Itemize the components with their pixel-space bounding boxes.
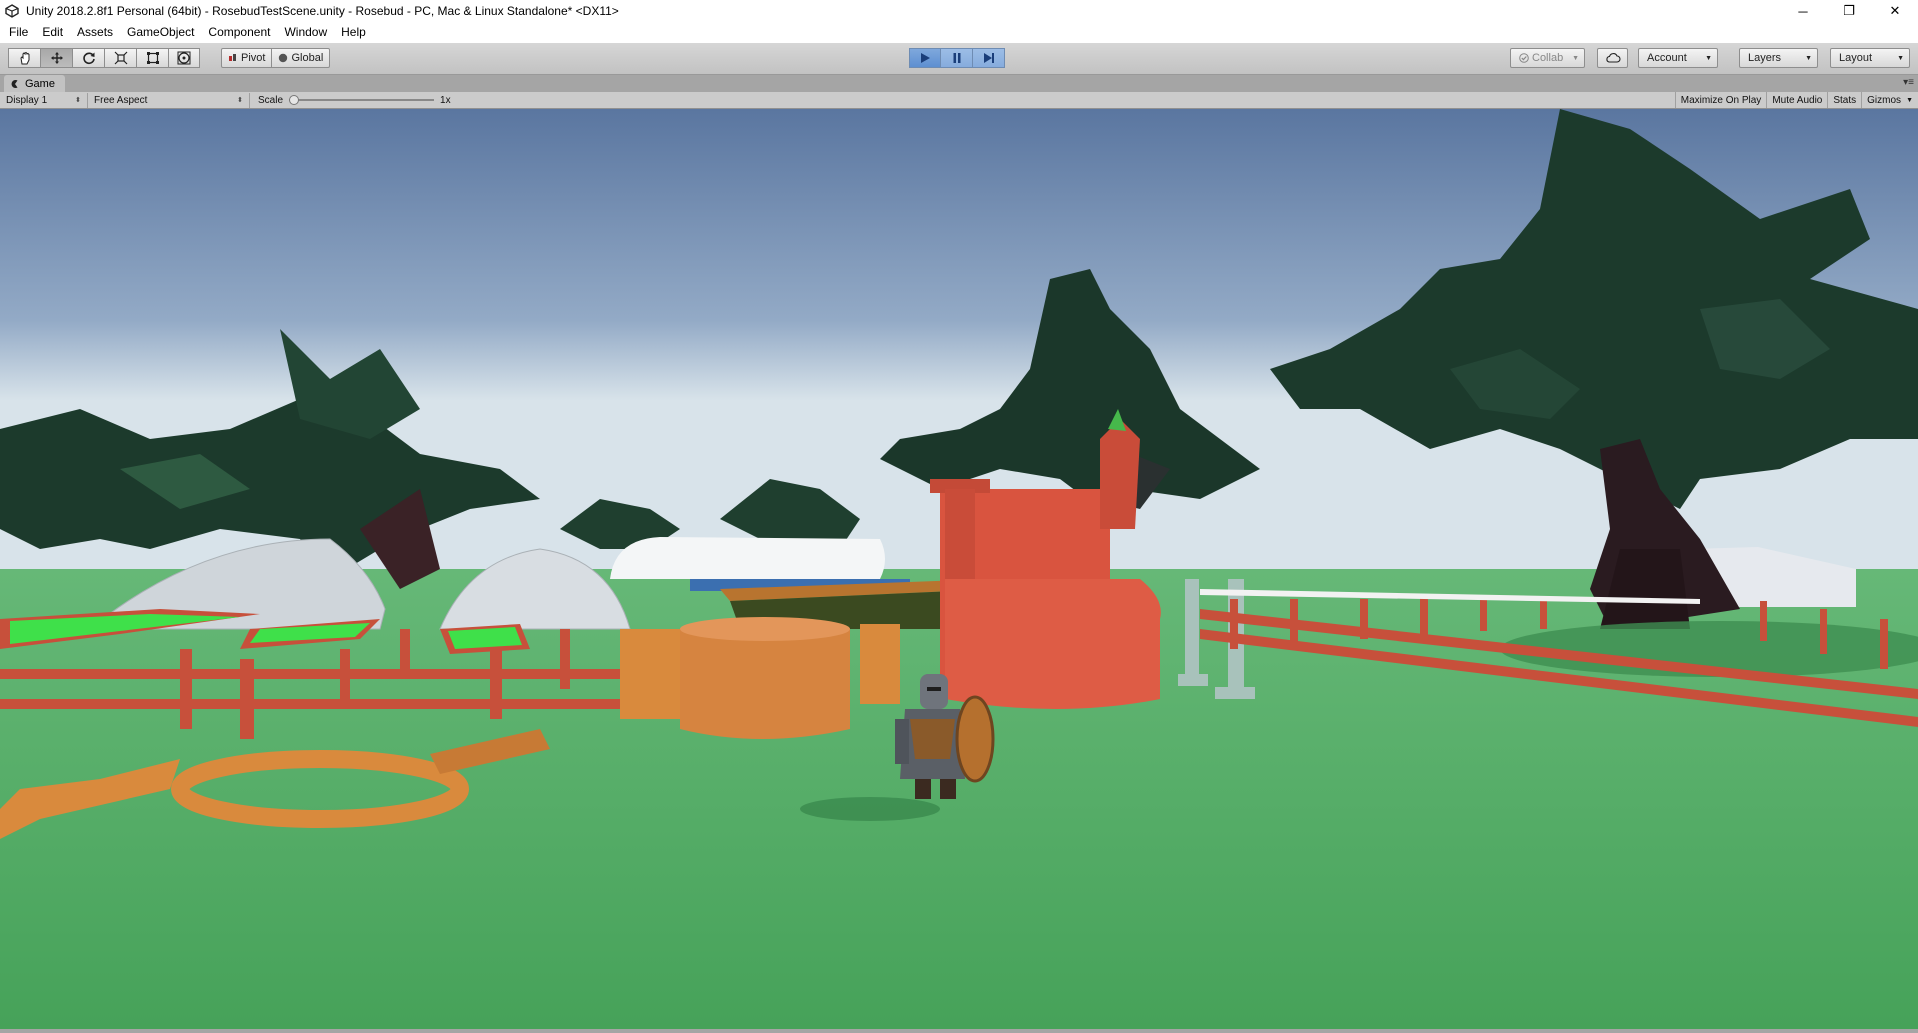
hand-icon bbox=[19, 51, 29, 65]
menu-file[interactable]: File bbox=[2, 22, 35, 43]
cloud-icon bbox=[1605, 53, 1620, 63]
stats-toggle[interactable]: Stats bbox=[1827, 92, 1861, 108]
layout-label: Layout bbox=[1839, 52, 1873, 64]
global-toggle[interactable]: Global bbox=[272, 48, 331, 68]
gizmos-label: Gizmos bbox=[1867, 94, 1902, 106]
hand-tool-button[interactable] bbox=[8, 48, 40, 68]
cloud-group bbox=[1597, 48, 1628, 68]
account-label: Account bbox=[1647, 52, 1687, 64]
game-scene bbox=[0, 109, 1918, 1029]
cloud-button[interactable] bbox=[1597, 48, 1628, 68]
caret-down-icon: ▼ bbox=[1572, 54, 1579, 62]
step-icon bbox=[983, 53, 994, 63]
scale-slider-thumb[interactable] bbox=[289, 95, 300, 105]
caret-down-icon: ▼ bbox=[1805, 54, 1812, 62]
rotate-tool-button[interactable] bbox=[72, 48, 104, 68]
gizmos-dropdown[interactable]: Gizmos ▼ bbox=[1861, 92, 1918, 108]
game-view-controls: Display 1 ⬍ Free Aspect ⬍ Scale 1x Maxim… bbox=[0, 92, 1918, 109]
pivot-label: Pivot bbox=[241, 52, 266, 64]
title-bar: Unity 2018.2.8f1 Personal (64bit) - Rose… bbox=[0, 0, 1918, 22]
play-icon bbox=[921, 53, 930, 63]
globe-icon bbox=[279, 53, 288, 63]
menu-assets[interactable]: Assets bbox=[70, 22, 120, 43]
character-shadow bbox=[800, 797, 940, 821]
transform-tool-button[interactable] bbox=[168, 48, 200, 68]
play-button[interactable] bbox=[909, 48, 941, 68]
layout-group: Layout ▼ bbox=[1830, 48, 1910, 68]
scale-icon bbox=[114, 51, 127, 65]
menu-component[interactable]: Component bbox=[201, 22, 277, 43]
close-button[interactable]: ✕ bbox=[1872, 0, 1918, 22]
minimize-button[interactable]: ─ bbox=[1780, 0, 1826, 22]
pause-button[interactable] bbox=[941, 48, 973, 68]
scale-tool-button[interactable] bbox=[104, 48, 136, 68]
play-controls bbox=[909, 48, 1005, 68]
display-label: Display 1 bbox=[6, 94, 48, 106]
scale-slider[interactable] bbox=[289, 95, 435, 105]
layers-dropdown[interactable]: Layers ▼ bbox=[1739, 48, 1818, 68]
restore-button[interactable]: ❐ bbox=[1826, 0, 1872, 22]
pause-icon bbox=[953, 53, 960, 63]
maximize-on-play-toggle[interactable]: Maximize On Play bbox=[1674, 92, 1767, 108]
window-title: Unity 2018.2.8f1 Personal (64bit) - Rose… bbox=[26, 4, 619, 18]
check-icon bbox=[1519, 53, 1529, 63]
tab-game-label: Game bbox=[25, 77, 55, 90]
pivot-icon bbox=[229, 54, 236, 61]
collab-dropdown[interactable]: Collab ▼ bbox=[1510, 48, 1585, 68]
caret-down-icon: ▼ bbox=[1897, 54, 1904, 62]
rect-tool-button[interactable] bbox=[136, 48, 168, 68]
caret-down-icon: ▼ bbox=[1705, 54, 1712, 62]
aspect-label: Free Aspect bbox=[94, 94, 148, 106]
display-dropdown[interactable]: Display 1 ⬍ bbox=[0, 92, 88, 108]
move-icon bbox=[50, 52, 63, 64]
step-button[interactable] bbox=[973, 48, 1005, 68]
transform-tools bbox=[8, 48, 200, 68]
collab-label: Collab bbox=[1532, 52, 1564, 64]
menu-window[interactable]: Window bbox=[277, 22, 334, 43]
collab-group: Collab ▼ bbox=[1510, 48, 1585, 68]
mute-audio-toggle[interactable]: Mute Audio bbox=[1766, 92, 1827, 108]
tab-bar: Game ▾≡ bbox=[0, 75, 1918, 92]
scale-control: Scale 1x bbox=[250, 95, 451, 106]
updown-arrows-icon: ⬍ bbox=[237, 97, 243, 104]
menu-help[interactable]: Help bbox=[334, 22, 373, 43]
transform-icon bbox=[177, 51, 191, 65]
game-view-icon bbox=[11, 79, 18, 88]
layers-group: Layers ▼ bbox=[1739, 48, 1818, 68]
scale-value: 1x bbox=[440, 94, 451, 106]
unity-logo-icon bbox=[4, 3, 20, 19]
menu-gameobject[interactable]: GameObject bbox=[120, 22, 201, 43]
tab-game[interactable]: Game bbox=[4, 75, 65, 92]
pivot-controls: Pivot Global bbox=[221, 48, 331, 68]
tab-options-icon[interactable]: ▾≡ bbox=[1903, 77, 1914, 88]
main-toolbar: Pivot Global Collab ▼ Account ▼ Layers ▼… bbox=[0, 43, 1918, 75]
menu-bar: File Edit Assets GameObject Component Wi… bbox=[0, 22, 1918, 43]
account-group: Account ▼ bbox=[1638, 48, 1718, 68]
account-dropdown[interactable]: Account ▼ bbox=[1638, 48, 1718, 68]
layers-label: Layers bbox=[1748, 52, 1782, 64]
game-viewport[interactable] bbox=[0, 109, 1918, 1029]
bottom-border bbox=[0, 1029, 1918, 1033]
menu-edit[interactable]: Edit bbox=[35, 22, 70, 43]
layout-dropdown[interactable]: Layout ▼ bbox=[1830, 48, 1910, 68]
global-label: Global bbox=[291, 52, 324, 64]
scale-label: Scale bbox=[258, 94, 284, 106]
pivot-toggle[interactable]: Pivot bbox=[221, 48, 273, 68]
aspect-dropdown[interactable]: Free Aspect ⬍ bbox=[88, 92, 250, 108]
caret-down-icon: ▼ bbox=[1906, 96, 1913, 104]
rotate-icon bbox=[82, 52, 95, 65]
updown-arrows-icon: ⬍ bbox=[75, 97, 81, 104]
move-tool-button[interactable] bbox=[40, 48, 72, 68]
rect-icon bbox=[146, 52, 159, 64]
